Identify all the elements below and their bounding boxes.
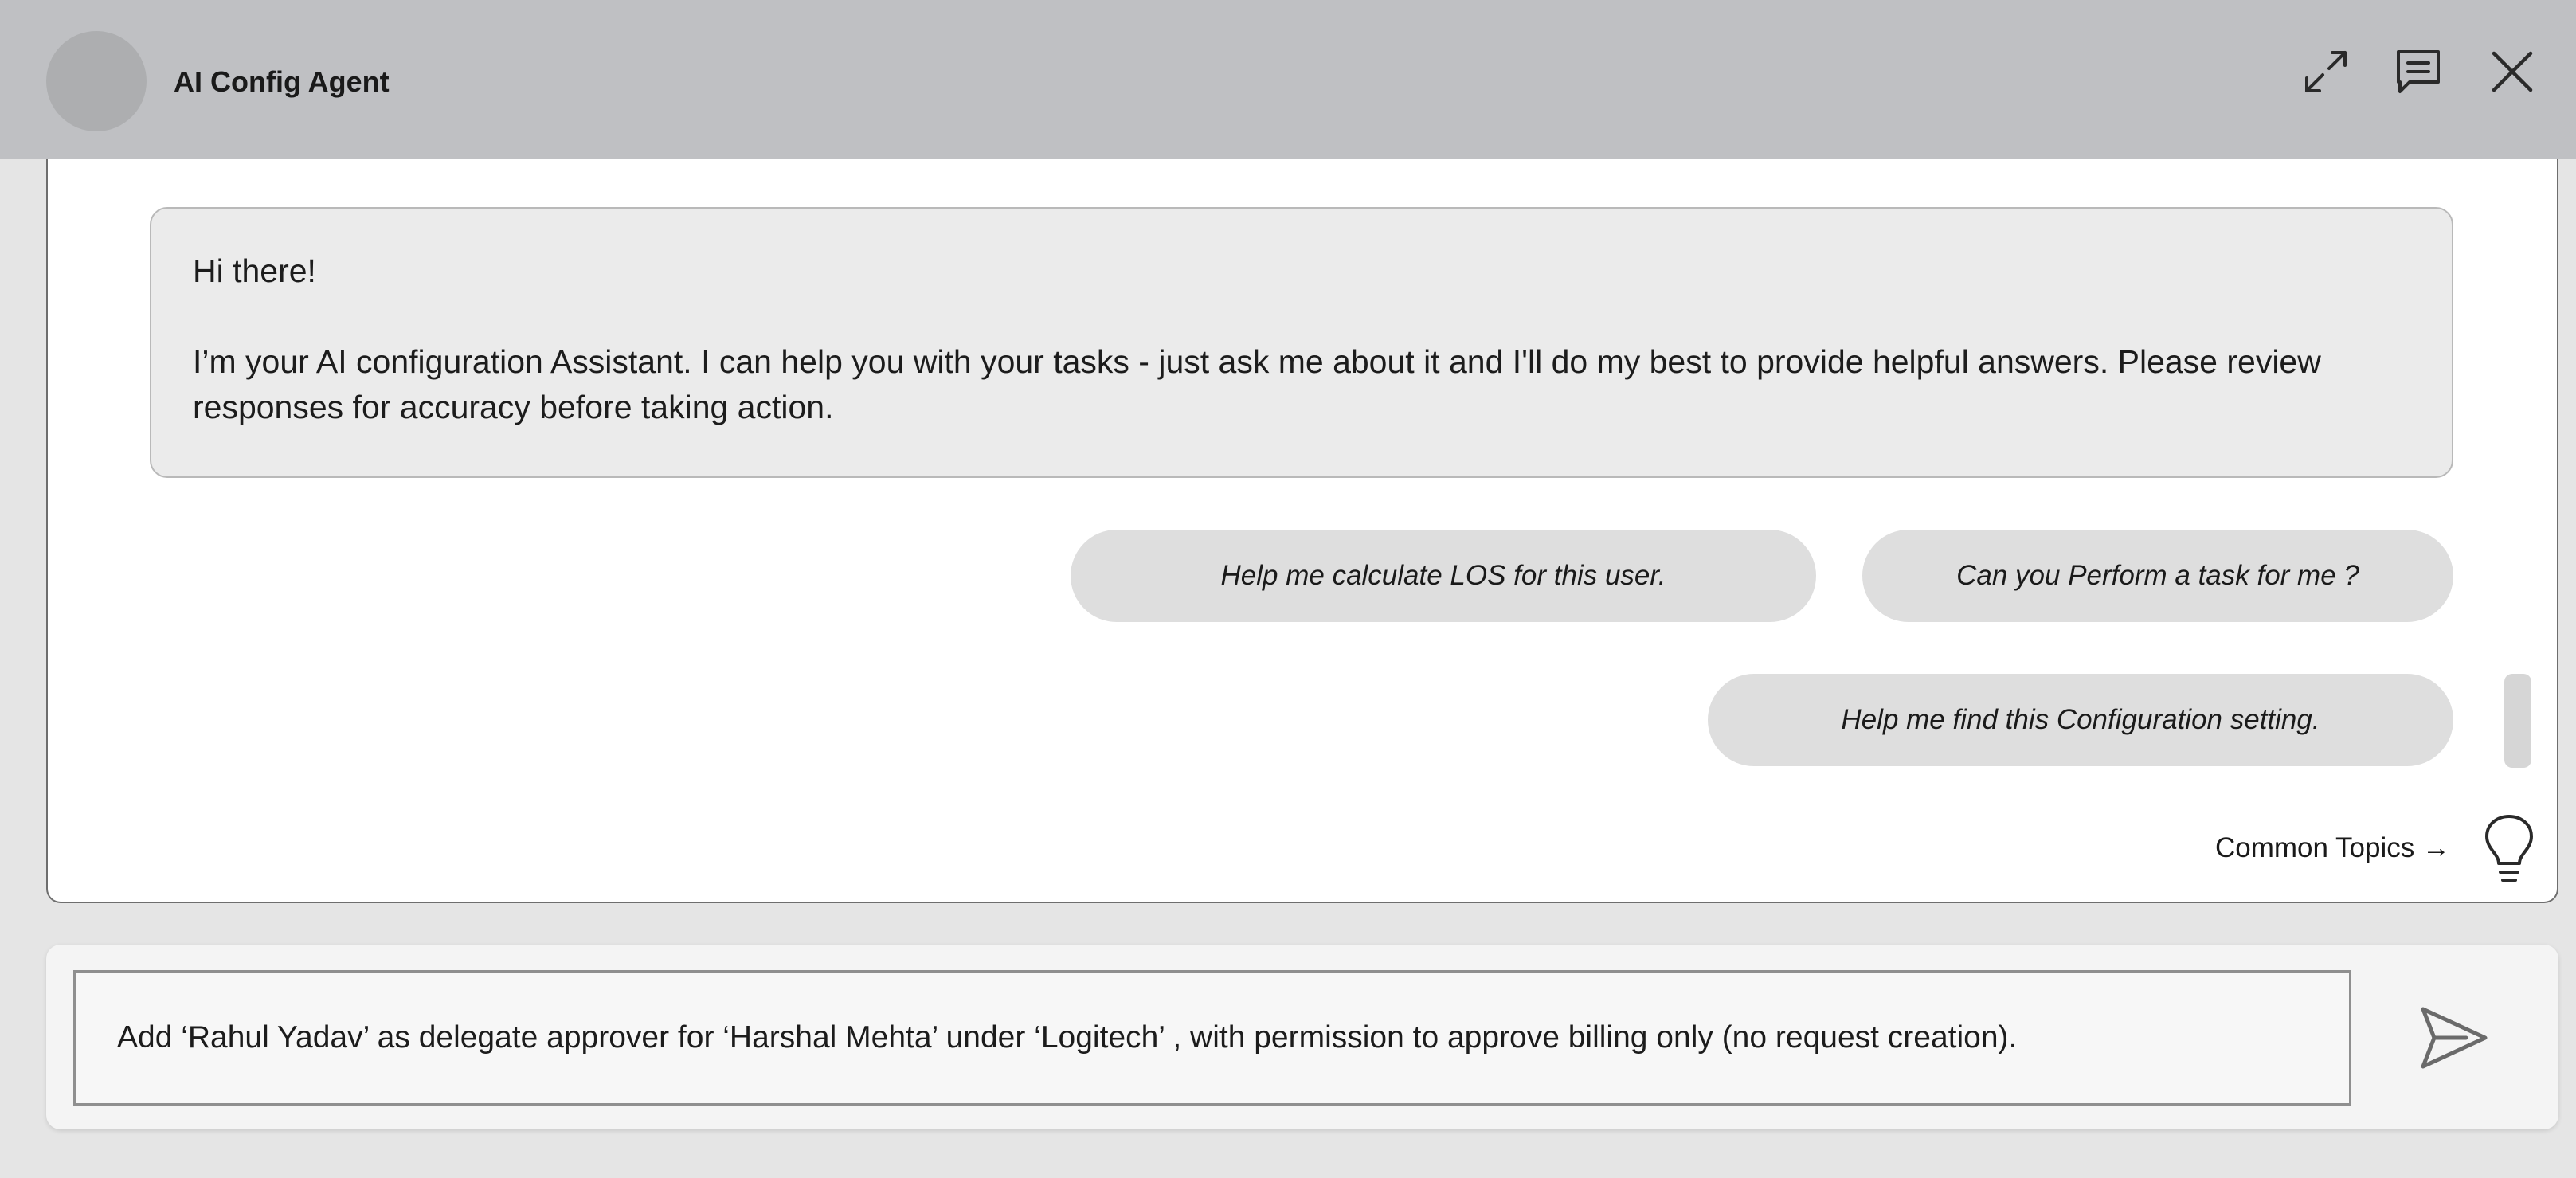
message-composer: Add ‘Rahul Yadav’ as delegate approver f… (46, 945, 2558, 1129)
send-icon (2421, 1007, 2488, 1069)
common-topics-button[interactable] (2477, 814, 2541, 886)
assistant-greeting: Hi there! (193, 252, 316, 289)
chat-button[interactable] (2386, 40, 2450, 104)
chat-title: AI Config Agent (174, 65, 390, 98)
suggestion-perform-task[interactable]: Can you Perform a task for me ? (1862, 530, 2453, 622)
chat-window: AI Config Agent Hi there! I’m your AI co… (0, 0, 2576, 1178)
chat-message-icon (2397, 50, 2440, 93)
scrollbar-thumb[interactable] (2504, 674, 2531, 768)
message-input[interactable]: Add ‘Rahul Yadav’ as delegate approver f… (73, 970, 2351, 1106)
chat-messages-panel: Hi there! I’m your AI configuration Assi… (46, 159, 2558, 903)
close-button[interactable] (2480, 40, 2544, 104)
close-icon (2492, 51, 2533, 92)
expand-arrows-icon (2305, 51, 2347, 92)
send-button[interactable] (2410, 994, 2498, 1082)
lightbulb-icon (2485, 815, 2533, 882)
suggestion-find-config[interactable]: Help me find this Configuration setting. (1708, 674, 2453, 766)
agent-avatar (46, 31, 147, 131)
expand-button[interactable] (2294, 40, 2358, 104)
common-topics-link[interactable]: Common Topics → (2215, 828, 2450, 868)
assistant-message: Hi there! I’m your AI configuration Assi… (150, 207, 2453, 478)
assistant-intro-text: I’m your AI configuration Assistant. I c… (193, 343, 2321, 425)
chat-header: AI Config Agent (0, 0, 2576, 159)
suggestion-calculate-los[interactable]: Help me calculate LOS for this user. (1071, 530, 1816, 622)
